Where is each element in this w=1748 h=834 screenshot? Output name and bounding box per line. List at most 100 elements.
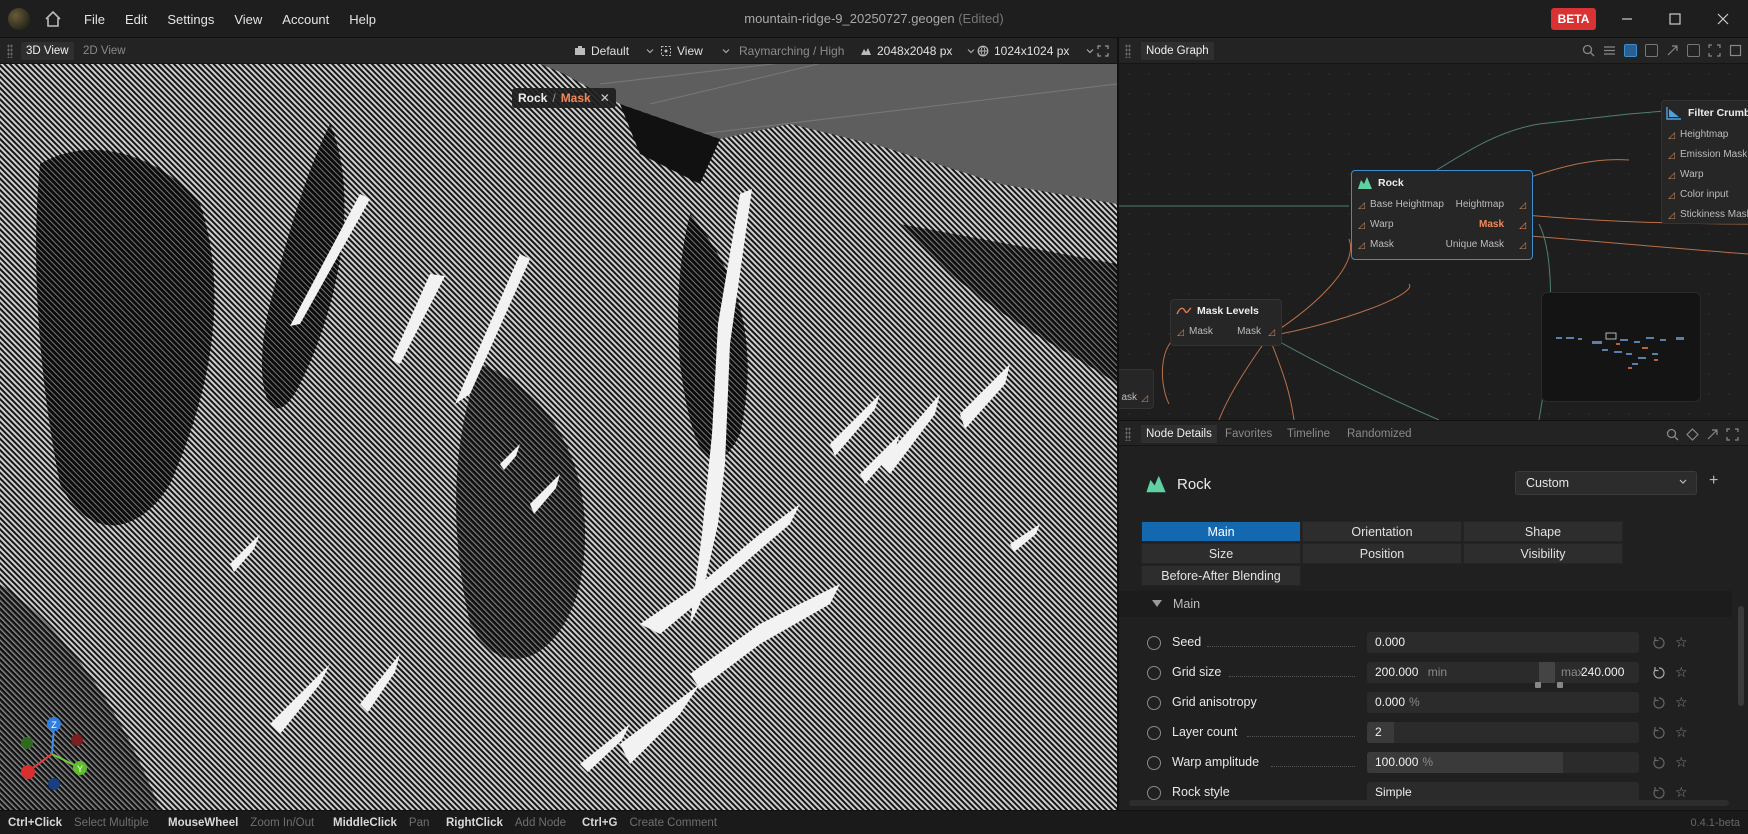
tab-favorites[interactable]: Favorites [1220,425,1277,443]
menu-settings[interactable]: Settings [157,12,224,27]
horizontal-scrollbar[interactable] [1129,800,1729,806]
mask-levels-node[interactable]: Mask Levels ◿ Mask Mask ◿ [1170,299,1282,346]
input-pin-icon[interactable]: ◿ [1668,185,1675,205]
animate-toggle-icon[interactable] [1147,726,1161,740]
fullscreen-icon[interactable] [1097,45,1109,57]
snap-grid-icon[interactable] [1624,44,1637,57]
home-icon[interactable] [44,10,62,28]
drag-grip-icon[interactable] [1125,44,1131,58]
layer-count-slider[interactable]: 2 [1367,722,1639,743]
animate-toggle-icon[interactable] [1147,786,1161,800]
menu-view[interactable]: View [224,12,272,27]
tab-node-details[interactable]: Node Details [1141,425,1217,443]
input-pin-icon[interactable]: ◿ [1358,215,1365,235]
fullscreen-icon[interactable] [1729,44,1742,57]
animate-toggle-icon[interactable] [1147,636,1161,650]
reset-icon[interactable] [1652,666,1666,680]
fit-view-icon[interactable] [1708,44,1721,57]
tab-node-graph[interactable]: Node Graph [1141,42,1214,60]
filter-crumble-node-header[interactable]: Filter Crumble [1662,101,1748,125]
animate-toggle-icon[interactable] [1147,666,1161,680]
tab-2d-view[interactable]: 2D View [78,42,131,60]
input-pin-icon[interactable]: ◿ [1668,205,1675,225]
seed-input[interactable]: 0.000 [1367,632,1639,653]
animate-toggle-icon[interactable] [1147,756,1161,770]
tab-randomized[interactable]: Randomized [1342,425,1417,443]
breadcrumb-output[interactable]: Mask [561,88,591,108]
mask-levels-node-header[interactable]: Mask Levels [1171,300,1281,322]
drag-grip-icon[interactable] [1125,427,1131,441]
collapse-icon[interactable] [1706,428,1719,441]
3d-viewport[interactable]: Z Y Rock / Mask ✕ [0,64,1117,810]
reset-icon[interactable] [1652,696,1666,710]
output-pin-icon[interactable]: ◿ [1519,235,1526,255]
reset-icon[interactable] [1652,756,1666,770]
terrain-resolution-dropdown[interactable]: 2048x2048 px [860,38,975,64]
view-menu-dropdown[interactable]: View [660,38,730,64]
filter-crumble-node[interactable]: Filter Crumble ◿ Heightmap ◿ Emission Mask… [1661,100,1748,224]
grid-anisotropy-input[interactable]: 0.000% [1367,692,1639,713]
param-tab-orientation[interactable]: Orientation [1302,521,1462,542]
output-pin-icon[interactable]: ◿ [1519,195,1526,215]
menu-account[interactable]: Account [272,12,339,27]
tab-3d-view[interactable]: 3D View [21,42,74,60]
fullscreen-icon[interactable] [1726,428,1739,441]
favorite-star-icon[interactable]: ☆ [1675,634,1688,651]
tab-timeline[interactable]: Timeline [1282,425,1335,443]
rock-node[interactable]: Rock ◿ Base Heightmap Heightmap ◿ ◿ Warp Mask… [1351,170,1533,260]
favorite-star-icon[interactable]: ☆ [1675,754,1688,771]
minimize-icon[interactable] [1618,10,1636,28]
beta-badge[interactable]: BETA [1551,8,1596,30]
list-icon[interactable] [1603,44,1616,57]
rock-node-header[interactable]: Rock [1352,171,1532,195]
range-handle[interactable] [1539,662,1555,683]
warp-amplitude-slider[interactable]: 100.000% [1367,752,1639,773]
param-tab-visibility[interactable]: Visibility [1463,543,1623,564]
favorite-star-icon[interactable]: ☆ [1675,784,1688,801]
input-pin-icon[interactable]: ◿ [1177,322,1184,342]
menu-edit[interactable]: Edit [115,12,157,27]
search-icon[interactable] [1582,44,1595,57]
preset-dropdown[interactable]: Custom [1515,471,1697,495]
param-tab-size[interactable]: Size [1141,543,1301,564]
maximize-icon[interactable] [1666,10,1684,28]
vertical-scrollbar[interactable] [1738,606,1744,706]
layout-icon[interactable] [1645,44,1658,57]
input-pin-icon[interactable]: ◿ [1668,145,1675,165]
frame-all-icon[interactable] [1687,44,1700,57]
output-pin-icon[interactable]: ◿ [1141,388,1148,408]
breadcrumb-node[interactable]: Rock [518,88,547,108]
close-preview-icon[interactable]: ✕ [600,88,610,108]
favorite-star-icon[interactable]: ☆ [1675,664,1688,681]
drag-grip-icon[interactable] [7,44,13,58]
param-tab-position[interactable]: Position [1302,543,1462,564]
output-pin-icon[interactable]: ◿ [1519,215,1526,235]
input-pin-icon[interactable]: ◿ [1668,125,1675,145]
offscreen-node[interactable]: ask ◿ [1119,369,1154,409]
output-pin-icon[interactable]: ◿ [1268,322,1275,342]
param-tab-shape[interactable]: Shape [1463,521,1623,542]
menu-help[interactable]: Help [339,12,386,27]
reset-icon[interactable] [1652,726,1666,740]
input-pin-icon[interactable]: ◿ [1358,235,1365,255]
add-preset-icon[interactable]: + [1709,472,1718,490]
section-main-header[interactable]: Main [1119,591,1732,617]
node-graph-canvas[interactable]: Rock ◿ Base Heightmap Heightmap ◿ ◿ Warp Mask… [1119,64,1748,420]
input-pin-icon[interactable]: ◿ [1668,165,1675,185]
diamond-icon[interactable] [1686,428,1699,441]
favorite-star-icon[interactable]: ☆ [1675,694,1688,711]
render-mode-label[interactable]: Raymarching / High [739,38,844,64]
param-tab-main[interactable]: Main [1141,521,1301,542]
texture-resolution-dropdown[interactable]: 1024x1024 px [977,38,1094,64]
reset-icon[interactable] [1652,786,1666,800]
favorite-star-icon[interactable]: ☆ [1675,724,1688,741]
menu-file[interactable]: File [74,12,115,27]
grid-size-range-input[interactable]: 200.000 min max 240.000 [1367,662,1639,683]
animate-toggle-icon[interactable] [1147,696,1161,710]
search-icon[interactable] [1666,428,1679,441]
node-graph-minimap[interactable] [1541,292,1701,402]
reset-icon[interactable] [1652,636,1666,650]
close-icon[interactable] [1714,10,1732,28]
collapse-icon[interactable] [1666,44,1679,57]
input-pin-icon[interactable]: ◿ [1358,195,1365,215]
